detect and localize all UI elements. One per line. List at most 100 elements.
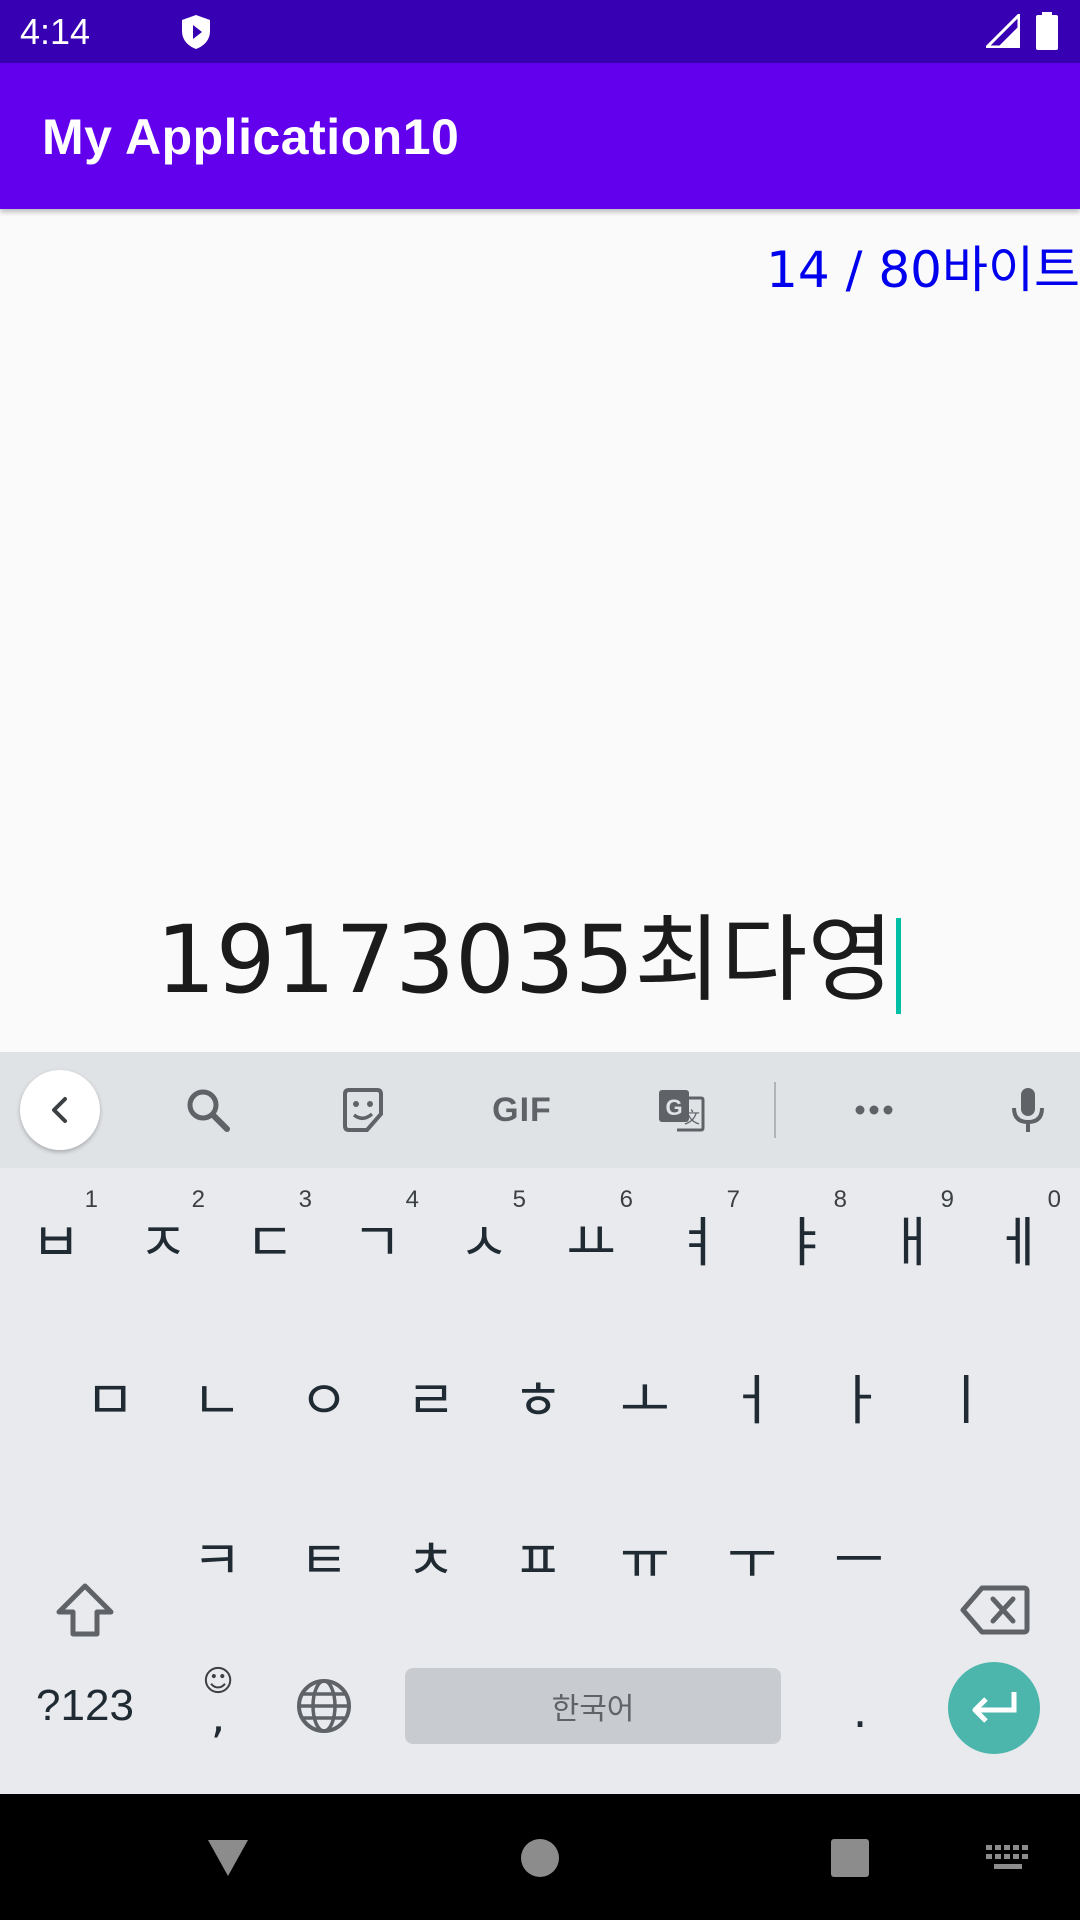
battery-icon: [1036, 12, 1058, 50]
key-label: ㅔ: [994, 1210, 1044, 1274]
keyboard-switch-icon[interactable]: [980, 1830, 1036, 1886]
recents-nav-icon[interactable]: [822, 1830, 878, 1886]
key-label: ㅇ: [299, 1368, 349, 1432]
globe-icon: [297, 1679, 351, 1733]
key-number-hint: 6: [619, 1186, 633, 1213]
period-label: .: [852, 1684, 868, 1738]
key-label: ㄹ: [406, 1368, 456, 1432]
key-row1-8[interactable]: ㅐ9: [860, 1182, 964, 1292]
key-label: ㅁ: [85, 1368, 135, 1432]
language-key[interactable]: [288, 1662, 360, 1750]
key-row3-1[interactable]: ㅌ: [272, 1500, 376, 1610]
key-label: ㅓ: [727, 1368, 777, 1432]
emoji-hint-icon: ☺: [202, 1664, 234, 1699]
key-row2-8[interactable]: ㅣ: [914, 1340, 1018, 1450]
key-row2-7[interactable]: ㅏ: [807, 1340, 911, 1450]
status-time: 4:14: [20, 11, 91, 52]
symbols-key[interactable]: ?123: [20, 1658, 150, 1754]
key-label: ㅂ: [31, 1210, 81, 1274]
key-row1-3[interactable]: ㄱ4: [325, 1182, 429, 1292]
byte-counter: 14 / 80바이트: [766, 241, 1080, 299]
key-label: ㅎ: [513, 1368, 563, 1432]
text-cursor: [895, 918, 901, 1015]
toolbar-divider: [774, 1082, 776, 1138]
key-label: ㅜ: [727, 1528, 777, 1592]
navigation-bar: [0, 1794, 1080, 1920]
key-row1-7[interactable]: ㅑ8: [753, 1182, 857, 1292]
key-number-hint: 8: [833, 1186, 847, 1213]
key-row2-0[interactable]: ㅁ: [58, 1340, 162, 1450]
key-label: ㅌ: [299, 1528, 349, 1592]
key-label: ㅋ: [192, 1528, 242, 1592]
key-number-hint: 0: [1047, 1186, 1061, 1213]
key-row3-5[interactable]: ㅜ: [700, 1500, 804, 1610]
key-row1-5[interactable]: ㅛ6: [539, 1182, 643, 1292]
key-label: ㄴ: [192, 1368, 242, 1432]
key-row1-1[interactable]: ㅈ2: [111, 1182, 215, 1292]
gif-label: GIF: [492, 1090, 552, 1129]
enter-key[interactable]: [948, 1662, 1040, 1754]
key-row3-4[interactable]: ㅠ: [593, 1500, 697, 1610]
cell-signal-icon: [986, 14, 1020, 48]
period-key[interactable]: .: [820, 1658, 900, 1754]
key-label: ㅠ: [620, 1528, 670, 1592]
key-label: ㅣ: [941, 1368, 991, 1432]
key-row3-3[interactable]: ㅍ: [486, 1500, 590, 1610]
key-label: ㄱ: [352, 1210, 402, 1274]
key-row1-0[interactable]: ㅂ1: [4, 1182, 108, 1292]
svg-text:文: 文: [684, 1108, 700, 1127]
search-icon[interactable]: [172, 1074, 244, 1146]
shift-key[interactable]: [30, 1560, 140, 1660]
comma-key[interactable]: ☺ ,: [180, 1658, 256, 1754]
key-row2-6[interactable]: ㅓ: [700, 1340, 804, 1450]
shield-play-icon: [182, 15, 210, 49]
key-label: ㅗ: [620, 1368, 670, 1432]
key-number-hint: 9: [940, 1186, 954, 1213]
key-label: ㅈ: [138, 1210, 188, 1274]
key-row1-4[interactable]: ㅅ5: [432, 1182, 536, 1292]
key-row1-2[interactable]: ㄷ3: [218, 1182, 322, 1292]
key-row3-2[interactable]: ㅊ: [379, 1500, 483, 1610]
translate-icon[interactable]: G文: [645, 1074, 717, 1146]
shift-icon: [56, 1583, 114, 1637]
key-number-hint: 2: [191, 1186, 205, 1213]
symbols-label: ?123: [36, 1681, 134, 1730]
key-row2-2[interactable]: ㅇ: [272, 1340, 376, 1450]
key-label: ㅕ: [673, 1210, 723, 1274]
status-bar: 4:14: [0, 0, 1080, 63]
key-row2-3[interactable]: ㄹ: [379, 1340, 483, 1450]
key-row1-6[interactable]: ㅕ7: [646, 1182, 750, 1292]
key-number-hint: 3: [298, 1186, 312, 1213]
key-row2-4[interactable]: ㅎ: [486, 1340, 590, 1450]
space-label: 한국어: [551, 1692, 635, 1727]
key-label: ㅅ: [459, 1210, 509, 1274]
key-number-hint: 4: [405, 1186, 419, 1213]
gif-button[interactable]: GIF: [484, 1074, 560, 1146]
key-row2-1[interactable]: ㄴ: [165, 1340, 269, 1450]
sticker-icon[interactable]: [327, 1074, 399, 1146]
more-icon[interactable]: [838, 1074, 910, 1146]
key-label: ㄷ: [245, 1210, 295, 1274]
key-row3-0[interactable]: ㅋ: [165, 1500, 269, 1610]
key-row3-6[interactable]: ㅡ: [807, 1500, 911, 1610]
key-row1-9[interactable]: ㅔ0: [967, 1182, 1071, 1292]
key-label: ㅍ: [513, 1528, 563, 1592]
soft-keyboard: GIF G文 ㅂ1ㅈ2ㄷ3ㄱ4ㅅ5ㅛ6ㅕ7ㅑ8ㅐ9ㅔ0 ㅁㄴㅇㄹㅎㅗㅓㅏㅣ ㅋㅌ…: [0, 1052, 1080, 1794]
input-value: 19173035최다영: [156, 906, 894, 1015]
key-label: ㅛ: [566, 1210, 616, 1274]
backspace-icon: [960, 1585, 1030, 1635]
key-number-hint: 1: [84, 1186, 98, 1213]
key-label: ㅡ: [834, 1528, 884, 1592]
back-nav-icon[interactable]: [200, 1830, 256, 1886]
key-row2-5[interactable]: ㅗ: [593, 1340, 697, 1450]
home-nav-icon[interactable]: [512, 1830, 568, 1886]
enter-icon: [972, 1692, 1017, 1723]
text-input[interactable]: 19173035최다영: [150, 896, 950, 1016]
key-label: ㅑ: [780, 1210, 830, 1274]
keyboard-toolbar: GIF G文: [0, 1052, 1080, 1168]
back-icon[interactable]: [20, 1070, 100, 1150]
mic-icon[interactable]: [992, 1074, 1064, 1146]
space-key[interactable]: 한국어: [405, 1668, 781, 1744]
backspace-key[interactable]: [940, 1560, 1050, 1660]
key-label: ㅏ: [834, 1368, 884, 1432]
